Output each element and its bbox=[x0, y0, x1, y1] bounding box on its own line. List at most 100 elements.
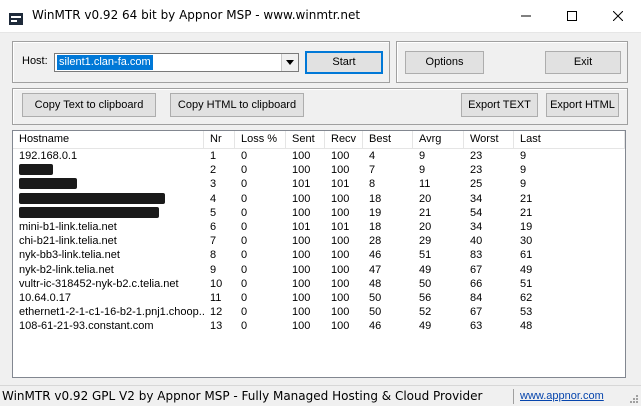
cell-loss: 0 bbox=[241, 235, 248, 248]
cell-recv: 100 bbox=[331, 150, 350, 162]
column-header-worst[interactable]: Worst bbox=[464, 131, 514, 148]
cell-worst: 34 bbox=[470, 192, 483, 205]
cell-sent: 100 bbox=[292, 263, 311, 276]
close-icon bbox=[613, 11, 623, 21]
export-html-button[interactable]: Export HTML bbox=[546, 93, 619, 117]
options-button[interactable]: Options bbox=[405, 51, 484, 74]
cell-last: 48 bbox=[520, 320, 533, 333]
cell-sent: 100 bbox=[292, 206, 311, 219]
app-icon bbox=[9, 10, 23, 25]
column-header-last[interactable]: Last bbox=[514, 131, 625, 148]
cell-loss: 0 bbox=[241, 192, 248, 205]
cell-best: 18 bbox=[369, 192, 382, 205]
table-row[interactable]: 4 0 100 100 18 20 34 21 bbox=[13, 192, 625, 206]
start-button[interactable]: Start bbox=[305, 51, 383, 74]
cell-worst: 66 bbox=[470, 277, 483, 290]
cell-last: 61 bbox=[520, 249, 533, 262]
title-bar[interactable]: WinMTR v0.92 64 bit by Appnor MSP - www.… bbox=[0, 0, 641, 33]
cell-best: 7 bbox=[369, 164, 376, 177]
column-header-hostname[interactable]: Hostname bbox=[13, 131, 204, 148]
cell-loss: 0 bbox=[241, 277, 248, 290]
table-row[interactable]: ethernet1-2-1-c1-16-b2-1.pnj1.choop... 12… bbox=[13, 305, 625, 319]
cell-nr: 4 bbox=[210, 192, 217, 205]
cell-hostname: nyk-bb3-link.telia.net bbox=[19, 249, 120, 262]
maximize-icon bbox=[567, 11, 577, 21]
host-input[interactable]: silent1.clan-fa.com bbox=[57, 55, 153, 70]
cell-avrg: 56 bbox=[419, 292, 432, 304]
table-row[interactable]: vultr-ic-318452-nyk-b2.c.telia.net 10 0 100… bbox=[13, 277, 625, 291]
column-header-sent[interactable]: Sent bbox=[286, 131, 325, 148]
cell-nr: 8 bbox=[210, 249, 217, 262]
cell-sent: 100 bbox=[292, 277, 311, 290]
cell-sent: 100 bbox=[292, 164, 311, 177]
cell-nr: 13 bbox=[210, 320, 223, 333]
table-row[interactable]: 192.168.0.1 1 0 100 100 4 9 23 9 bbox=[13, 149, 625, 163]
table-row[interactable]: nyk-b2-link.telia.net 9 0 100 100 47 49 67 49 bbox=[13, 263, 625, 277]
cell-recv: 100 bbox=[331, 192, 350, 205]
cell-nr: 2 bbox=[210, 164, 217, 177]
cell-best: 47 bbox=[369, 263, 382, 276]
column-header-loss[interactable]: Loss % bbox=[235, 131, 286, 148]
cell-recv: 100 bbox=[331, 277, 350, 290]
cell-avrg: 49 bbox=[419, 320, 432, 333]
cell-recv: 100 bbox=[331, 263, 350, 276]
cell-sent: 100 bbox=[292, 150, 311, 162]
cell-worst: 34 bbox=[470, 221, 483, 233]
cell-best: 50 bbox=[369, 306, 382, 319]
table-row[interactable]: 10.64.0.17 11 0 100 100 50 56 84 62 bbox=[13, 291, 625, 305]
host-label: Host: bbox=[22, 55, 48, 67]
table-row[interactable]: mini-b1-link.telia.net 6 0 101 101 18 20 34 19 bbox=[13, 220, 625, 234]
cell-avrg: 9 bbox=[419, 164, 426, 177]
column-header-best[interactable]: Best bbox=[363, 131, 413, 148]
cell-loss: 0 bbox=[241, 320, 248, 333]
cell-best: 50 bbox=[369, 292, 382, 304]
column-header-avrg[interactable]: Avrg bbox=[413, 131, 464, 148]
cell-nr: 12 bbox=[210, 306, 223, 319]
cell-last: 51 bbox=[520, 277, 533, 290]
copy-html-button[interactable]: Copy HTML to clipboard bbox=[170, 93, 304, 117]
cell-hostname: vultr-ic-318452-nyk-b2.c.telia.net bbox=[19, 277, 179, 290]
cell-last: 9 bbox=[520, 150, 527, 162]
maximize-button[interactable] bbox=[549, 0, 595, 32]
cell-nr: 5 bbox=[210, 206, 217, 219]
host-combobox[interactable]: silent1.clan-fa.com bbox=[54, 53, 299, 72]
minimize-button[interactable] bbox=[503, 0, 549, 32]
cell-nr: 10 bbox=[210, 277, 223, 290]
cell-recv: 100 bbox=[331, 249, 350, 262]
table-row[interactable]: 3 0 101 101 8 11 25 9 bbox=[13, 177, 625, 191]
cell-worst: 67 bbox=[470, 306, 483, 319]
table-row[interactable]: chi-b21-link.telia.net 7 0 100 100 28 29 40 30 bbox=[13, 234, 625, 248]
cell-sent: 100 bbox=[292, 235, 311, 248]
cell-loss: 0 bbox=[241, 206, 248, 219]
copy-text-button[interactable]: Copy Text to clipboard bbox=[22, 93, 156, 117]
cell-best: 46 bbox=[369, 320, 382, 333]
column-header-recv[interactable]: Recv bbox=[325, 131, 363, 148]
column-header-nr[interactable]: Nr bbox=[204, 131, 235, 148]
host-dropdown-button[interactable] bbox=[281, 54, 298, 71]
appnor-link[interactable]: www.appnor.com bbox=[513, 389, 624, 404]
table-row[interactable]: 108-61-21-93.constant.com 13 0 100 100 46 49 63… bbox=[13, 319, 625, 333]
cell-recv: 101 bbox=[331, 221, 350, 233]
cell-avrg: 51 bbox=[419, 249, 432, 262]
cell-avrg: 29 bbox=[419, 235, 432, 248]
redacted-hostname bbox=[19, 206, 159, 218]
cell-sent: 100 bbox=[292, 249, 311, 262]
close-button[interactable] bbox=[595, 0, 641, 32]
results-list[interactable]: Hostname Nr Loss % Sent Recv Best Avrg Worst Las… bbox=[12, 130, 626, 378]
redacted-hostname bbox=[19, 178, 77, 190]
exit-button[interactable]: Exit bbox=[545, 51, 621, 74]
cell-loss: 0 bbox=[241, 164, 248, 177]
cell-last: 62 bbox=[520, 292, 533, 304]
table-row[interactable]: nyk-bb3-link.telia.net 8 0 100 100 46 51 83 61 bbox=[13, 248, 625, 262]
cell-recv: 100 bbox=[331, 292, 350, 304]
cell-sent: 100 bbox=[292, 320, 311, 333]
cell-loss: 0 bbox=[241, 263, 248, 276]
table-row[interactable]: 2 0 100 100 7 9 23 9 bbox=[13, 163, 625, 177]
cell-last: 21 bbox=[520, 206, 533, 219]
cell-recv: 100 bbox=[331, 206, 350, 219]
table-row[interactable]: 5 0 100 100 19 21 54 21 bbox=[13, 206, 625, 220]
cell-last: 19 bbox=[520, 221, 533, 233]
export-text-button[interactable]: Export TEXT bbox=[461, 93, 538, 117]
cell-worst: 23 bbox=[470, 164, 483, 177]
size-grip-icon[interactable] bbox=[628, 393, 639, 404]
